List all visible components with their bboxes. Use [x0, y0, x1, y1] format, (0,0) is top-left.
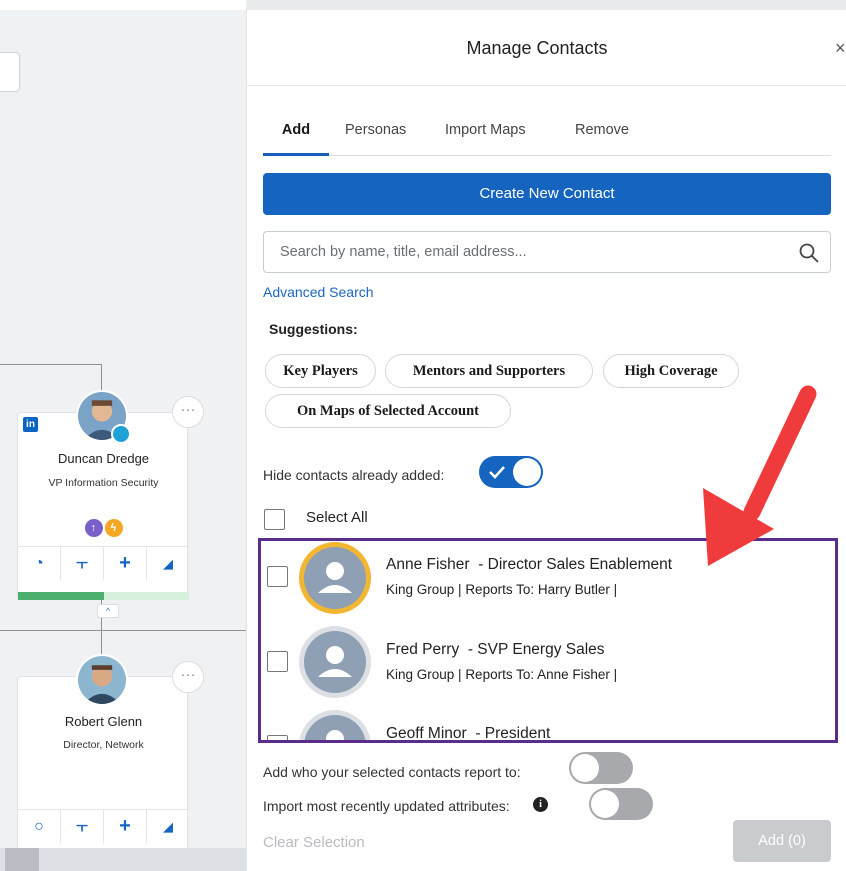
- persona-badges: ↑ ϟ: [18, 519, 189, 537]
- key-badge-icon: [111, 424, 131, 444]
- contact-checkbox[interactable]: [267, 566, 288, 587]
- contact-title: - SVP Energy Sales: [467, 641, 605, 658]
- coverage-progress: [18, 592, 189, 600]
- search-icon[interactable]: [798, 242, 820, 264]
- chip-on-maps-of-selected-account[interactable]: On Maps of Selected Account: [265, 394, 511, 428]
- triangle-icon[interactable]: ◢: [147, 810, 189, 843]
- list-item[interactable]: Anne Fisher - Director Sales Enablement …: [261, 541, 835, 625]
- tab-import-maps[interactable]: Import Maps: [445, 122, 526, 156]
- info-icon[interactable]: i: [533, 797, 548, 812]
- contact-company: King Group: [386, 582, 455, 597]
- node-name: Duncan Dredge: [57, 451, 150, 466]
- partial-node-box[interactable]: [0, 52, 20, 92]
- toggle-knob: [591, 790, 619, 818]
- window-top-strip: [246, 0, 846, 10]
- tab-remove[interactable]: Remove: [575, 122, 629, 156]
- scrollbar-thumb[interactable]: [5, 848, 39, 871]
- contact-name-title: Geoff Minor - President: [386, 725, 551, 742]
- select-all-checkbox[interactable]: [264, 509, 285, 530]
- connector-line: [0, 630, 246, 631]
- avatar[interactable]: [76, 654, 128, 706]
- more-options-button[interactable]: ···: [172, 661, 204, 693]
- contact-name[interactable]: Anne Fisher: [386, 556, 470, 573]
- contact-name[interactable]: Fred Perry: [386, 641, 459, 658]
- refresh-icon[interactable]: ◔: [18, 547, 61, 580]
- connector-line: [0, 364, 102, 365]
- persona-purple-icon: ↑: [84, 519, 103, 537]
- linkedin-icon[interactable]: in: [23, 417, 38, 432]
- check-icon: [489, 466, 505, 479]
- contact-reports-to: Reports To: Anne Fisher: [465, 667, 610, 682]
- hierarchy-icon[interactable]: ㅜ: [61, 810, 104, 843]
- toggle-knob: [571, 754, 599, 782]
- avatar: [299, 626, 371, 698]
- tab-personas[interactable]: Personas: [345, 122, 406, 156]
- node-title: Director, Network: [63, 739, 144, 751]
- hierarchy-icon[interactable]: ㅜ: [61, 547, 104, 580]
- tab-add[interactable]: Add: [263, 122, 329, 156]
- contact-checkbox[interactable]: [267, 735, 288, 740]
- contact-company: King Group: [386, 667, 455, 682]
- coverage-progress-fill: [18, 592, 104, 600]
- list-item[interactable]: Fred Perry - SVP Energy Sales King Group…: [261, 625, 835, 709]
- avatar: [299, 710, 371, 740]
- hide-contacts-label: Hide contacts already added:: [263, 467, 445, 483]
- org-chart-canvas[interactable]: in Duncan Dredge VP Information Security…: [0, 0, 246, 871]
- select-all-label: Select All: [306, 509, 368, 526]
- manage-contacts-panel: Manage Contacts × Add Personas Import Ma…: [246, 10, 846, 871]
- contact-title: - Director Sales Enablement: [478, 556, 673, 573]
- node-action-bar: ○ ㅜ + ◢: [18, 809, 189, 843]
- toggle-knob: [513, 458, 541, 486]
- clear-selection-link[interactable]: Clear Selection: [263, 834, 365, 851]
- add-report-to-toggle[interactable]: [569, 752, 633, 784]
- contact-details: King Group | Reports To: Anne Fisher |: [386, 667, 618, 682]
- contact-list[interactable]: Anne Fisher - Director Sales Enablement …: [258, 538, 838, 743]
- search-input[interactable]: [264, 232, 784, 272]
- add-report-to-label: Add who your selected contacts report to…: [263, 764, 521, 780]
- add-icon[interactable]: +: [104, 547, 147, 580]
- advanced-search-link[interactable]: Advanced Search: [263, 284, 374, 300]
- contact-name-title: Anne Fisher - Director Sales Enablement: [386, 556, 672, 574]
- contact-checkbox[interactable]: [267, 651, 288, 672]
- panel-header: Manage Contacts ×: [247, 10, 846, 86]
- add-button[interactable]: Add (0): [733, 820, 831, 862]
- chip-mentors-and-supporters[interactable]: Mentors and Supporters: [385, 354, 593, 388]
- node-action-bar: ◔ ㅜ + ◢: [18, 546, 189, 580]
- contact-name-title: Fred Perry - SVP Energy Sales: [386, 641, 605, 659]
- chip-key-players[interactable]: Key Players: [265, 354, 376, 388]
- persona-lightning-icon: ϟ: [104, 519, 123, 537]
- canvas-top-bar: [0, 0, 246, 10]
- tab-bar: Add Personas Import Maps Remove: [263, 122, 831, 156]
- panel-title: Manage Contacts: [466, 38, 608, 58]
- node-title: VP Information Security: [48, 477, 159, 489]
- suggestions-label: Suggestions:: [269, 321, 358, 337]
- import-attributes-label: Import most recently updated attributes:: [263, 798, 510, 814]
- hide-contacts-toggle[interactable]: [479, 456, 543, 488]
- collapse-button[interactable]: ^: [97, 604, 119, 618]
- avatar: [299, 542, 371, 614]
- close-icon[interactable]: ×: [835, 38, 846, 59]
- import-attributes-toggle[interactable]: [589, 788, 653, 820]
- list-item[interactable]: Geoff Minor - President: [261, 709, 835, 742]
- node-name: Robert Glenn: [64, 714, 143, 729]
- create-new-contact-button[interactable]: Create New Contact: [263, 173, 831, 215]
- contact-name[interactable]: Geoff Minor: [386, 725, 467, 740]
- contact-reports-to: Reports To: Harry Butler: [465, 582, 610, 597]
- search-box: [263, 231, 831, 273]
- more-options-button[interactable]: ···: [172, 396, 204, 428]
- triangle-icon[interactable]: ◢: [147, 547, 189, 580]
- contact-title: - President: [475, 725, 551, 742]
- add-icon[interactable]: +: [104, 810, 147, 843]
- chip-high-coverage[interactable]: High Coverage: [603, 354, 739, 388]
- contact-details: King Group | Reports To: Harry Butler |: [386, 582, 618, 597]
- circle-icon[interactable]: ○: [18, 810, 61, 843]
